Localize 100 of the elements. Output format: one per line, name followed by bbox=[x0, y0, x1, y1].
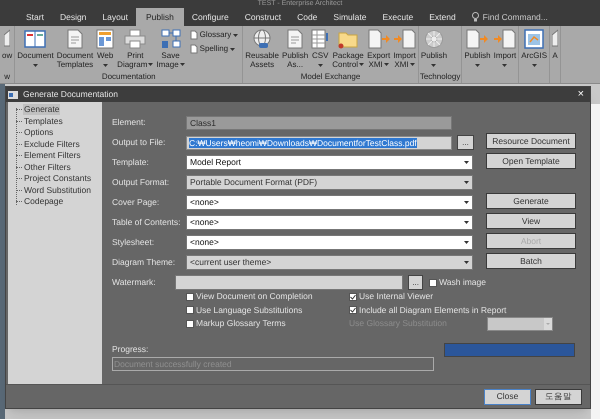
ribbon-button[interactable]: Publish As... bbox=[281, 29, 310, 69]
caret-icon bbox=[431, 64, 436, 66]
dropdown[interactable]: Model Report bbox=[186, 155, 473, 170]
document-import-icon bbox=[494, 29, 516, 49]
dialog-button[interactable]: Close bbox=[484, 388, 531, 404]
dialog-button[interactable]: 도움말 bbox=[535, 388, 582, 404]
caret-icon bbox=[384, 63, 389, 66]
ribbon-button[interactable]: Package Control bbox=[331, 29, 366, 69]
field-label: Diagram Theme: bbox=[112, 256, 176, 269]
caret-icon bbox=[180, 63, 185, 66]
ribbon-tab[interactable]: Publish bbox=[136, 8, 184, 26]
ribbon-group-label: Model Exchange bbox=[300, 72, 360, 81]
dropdown[interactable]: <none> bbox=[186, 195, 473, 210]
ribbon-tab[interactable]: Simulate bbox=[325, 8, 374, 26]
checkbox[interactable] bbox=[186, 320, 194, 328]
ribbon-button[interactable]: Publish bbox=[463, 29, 492, 70]
ribbon-button[interactable]: Web bbox=[95, 29, 116, 70]
web-page-icon bbox=[96, 29, 114, 49]
ribbon-group-label: Technology bbox=[420, 72, 460, 81]
ribbon-tab[interactable]: Code bbox=[289, 8, 326, 26]
ribbon-button[interactable]: Import XMI bbox=[392, 29, 417, 69]
close-button[interactable]: × bbox=[574, 89, 588, 100]
tree-item[interactable]: Exclude Filters bbox=[23, 138, 81, 150]
spreadsheet-icon bbox=[311, 29, 330, 49]
ribbon-tab[interactable]: Layout bbox=[94, 8, 136, 26]
field-label: Cover Page: bbox=[112, 196, 160, 209]
ribbon-button[interactable]: CSV bbox=[310, 29, 330, 70]
ribbon-button[interactable]: Save Image bbox=[155, 29, 186, 69]
document-export-icon bbox=[466, 29, 488, 49]
ribbon-button[interactable]: Print Diagram bbox=[116, 29, 154, 69]
browse-button[interactable]: ... bbox=[408, 275, 424, 290]
dialog-button[interactable]: Resource Document bbox=[486, 133, 576, 149]
field-label: Output to File: bbox=[112, 136, 166, 149]
tree-item[interactable]: Templates bbox=[23, 116, 64, 127]
ribbon-button[interactable]: Spelling bbox=[188, 43, 240, 55]
dialog-button[interactable]: Batch bbox=[486, 253, 576, 269]
globe-icon bbox=[252, 29, 272, 49]
ribbon-button[interactable]: Reusable Assets bbox=[244, 29, 280, 69]
app-icon bbox=[8, 90, 19, 100]
checkbox[interactable] bbox=[186, 306, 194, 314]
search-field[interactable]: Find Command... bbox=[482, 10, 555, 24]
ribbon-tab[interactable]: Design bbox=[52, 8, 94, 26]
ribbon-button[interactable]: Publish bbox=[420, 29, 448, 70]
document-import-icon bbox=[394, 29, 416, 49]
ribbon-button[interactable]: ow bbox=[1, 29, 14, 60]
dropdown[interactable]: <none> bbox=[186, 235, 473, 250]
ribbon-button[interactable]: Document bbox=[16, 29, 55, 70]
tree-item[interactable]: Other Filters bbox=[23, 162, 72, 173]
watermark-field[interactable] bbox=[175, 275, 404, 290]
tree-item[interactable]: Word Substitution bbox=[23, 184, 92, 196]
tree-item[interactable]: Project Constants bbox=[23, 173, 92, 184]
ribbon-tab[interactable]: Start bbox=[18, 8, 52, 26]
checkbox-label: Markup Glossary Terms bbox=[196, 317, 286, 330]
ribbon-button[interactable]: Export XMI bbox=[366, 29, 392, 69]
ribbon-button[interactable]: Glossary bbox=[188, 29, 240, 41]
caret-icon bbox=[318, 64, 323, 66]
output-file-field[interactable]: C:₩Users₩heomi₩Downloads₩DocumentforTestClass.pdf bbox=[186, 136, 452, 150]
ribbon-tab[interactable]: Extend bbox=[421, 8, 464, 26]
caret-icon bbox=[32, 64, 38, 66]
ribbon-group-label: w bbox=[4, 72, 10, 81]
ribbon-button[interactable]: Document Templates bbox=[56, 29, 94, 69]
browse-button[interactable]: ... bbox=[457, 135, 474, 150]
dialog-button[interactable]: View bbox=[486, 213, 576, 229]
checkbox[interactable] bbox=[349, 292, 357, 301]
tree-item[interactable]: Options bbox=[23, 127, 54, 138]
caret-icon bbox=[532, 64, 537, 66]
printer-icon bbox=[124, 29, 146, 49]
tree-item[interactable]: Codepage bbox=[23, 196, 64, 208]
ribbon-tab[interactable]: Construct bbox=[236, 8, 290, 26]
tree-item[interactable]: Generate bbox=[23, 104, 60, 116]
wheel-icon bbox=[424, 29, 444, 49]
checkbox[interactable] bbox=[429, 278, 438, 286]
diagram-icon bbox=[160, 29, 181, 49]
dialog-button[interactable]: Open Template bbox=[486, 153, 576, 169]
ribbon-tab[interactable]: Execute bbox=[374, 8, 422, 26]
caret-icon bbox=[359, 63, 364, 66]
document-icon bbox=[286, 29, 304, 49]
document-export-icon bbox=[368, 29, 390, 49]
checkbox[interactable] bbox=[349, 306, 357, 314]
checkbox-label: View Document on Completion bbox=[196, 290, 313, 304]
checkbox[interactable] bbox=[186, 292, 194, 301]
checkbox-label: Use Language Substitutions bbox=[196, 304, 302, 317]
dropdown-arrow-icon bbox=[464, 201, 469, 204]
document-icon bbox=[66, 29, 84, 49]
ribbon-button[interactable]: Import bbox=[492, 29, 518, 70]
dropdown[interactable]: <none> bbox=[186, 215, 473, 230]
field-label: Progress: bbox=[112, 342, 148, 356]
field-label: Output Format: bbox=[112, 176, 170, 189]
tree-item[interactable]: Element Filters bbox=[23, 150, 82, 162]
caret-icon bbox=[102, 64, 108, 66]
caret-icon bbox=[230, 48, 236, 50]
ribbon-tab[interactable]: Configure bbox=[184, 8, 237, 26]
ribbon-button[interactable]: A bbox=[551, 29, 560, 60]
dialog-button[interactable]: Generate bbox=[486, 193, 576, 209]
caret-icon bbox=[502, 64, 508, 66]
dropdown[interactable] bbox=[486, 316, 553, 331]
dropdown-arrow-icon bbox=[464, 261, 469, 264]
caret-icon bbox=[148, 63, 154, 66]
field-label: Template: bbox=[112, 156, 150, 169]
ribbon-button[interactable]: ArcGIS bbox=[520, 29, 548, 70]
